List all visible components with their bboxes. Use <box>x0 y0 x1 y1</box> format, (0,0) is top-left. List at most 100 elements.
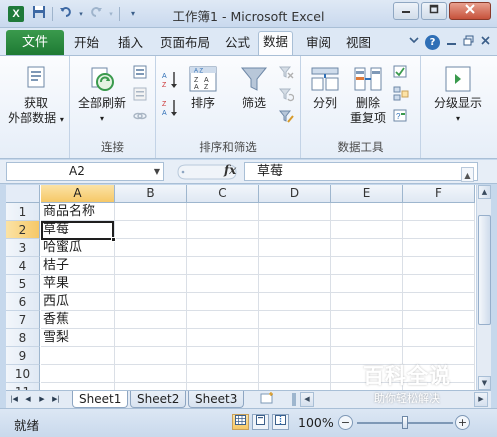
vertical-scroll-thumb[interactable] <box>478 215 491 325</box>
tab-view[interactable]: 视图 <box>342 33 375 55</box>
row-header-11[interactable]: 11 <box>6 383 40 390</box>
cell-b9[interactable] <box>115 347 187 365</box>
cell-f5[interactable] <box>403 275 475 293</box>
properties-icon[interactable] <box>132 86 148 102</box>
cell-e2[interactable] <box>331 221 403 239</box>
zoom-level[interactable]: 100% <box>298 415 334 430</box>
cell-e7[interactable] <box>331 311 403 329</box>
cell-d10[interactable] <box>259 365 331 383</box>
tab-split-handle[interactable] <box>292 393 296 406</box>
cell-a8[interactable]: 雪梨 <box>41 329 115 347</box>
cell-f4[interactable] <box>403 257 475 275</box>
row-header-7[interactable]: 7 <box>6 311 40 329</box>
cell-c10[interactable] <box>187 365 259 383</box>
edit-links-icon[interactable] <box>132 108 148 124</box>
workbook-minimize-icon[interactable] <box>446 35 457 50</box>
cell-b11[interactable] <box>115 383 187 390</box>
advanced-filter-icon[interactable] <box>278 108 294 124</box>
cell-d1[interactable] <box>259 203 331 221</box>
cell-c3[interactable] <box>187 239 259 257</box>
row-header-4[interactable]: 4 <box>6 257 40 275</box>
scroll-up-arrow-icon[interactable]: ▲ <box>478 185 491 199</box>
cell-b7[interactable] <box>115 311 187 329</box>
tab-page-layout[interactable]: 页面布局 <box>156 33 214 55</box>
zoom-out-button[interactable]: − <box>338 415 353 430</box>
cell-d6[interactable] <box>259 293 331 311</box>
cell-b6[interactable] <box>115 293 187 311</box>
cell-b3[interactable] <box>115 239 187 257</box>
formula-input[interactable]: 草莓 ▲ <box>244 162 478 182</box>
cell-d7[interactable] <box>259 311 331 329</box>
cell-d3[interactable] <box>259 239 331 257</box>
cell-e6[interactable] <box>331 293 403 311</box>
cell-a2[interactable]: 草莓 <box>41 221 115 239</box>
cell-b4[interactable] <box>115 257 187 275</box>
row-header-1[interactable]: 1 <box>6 203 40 221</box>
cell-b2[interactable] <box>115 221 187 239</box>
first-sheet-icon[interactable]: |◀ <box>8 393 20 406</box>
column-header-e[interactable]: E <box>331 185 403 203</box>
cell-a6[interactable]: 西瓜 <box>41 293 115 311</box>
cell-b8[interactable] <box>115 329 187 347</box>
column-header-a[interactable]: A <box>41 185 115 203</box>
cell-c5[interactable] <box>187 275 259 293</box>
expand-formula-bar-icon[interactable]: ▲ <box>461 167 474 182</box>
next-sheet-icon[interactable]: ▶ <box>36 393 48 406</box>
name-box-dropdown-icon[interactable]: ▼ <box>154 163 160 180</box>
text-to-columns-button[interactable]: 分列 <box>307 64 343 111</box>
page-break-view-icon[interactable] <box>272 414 289 430</box>
row-header-2[interactable]: 2 <box>6 221 40 239</box>
cell-d2[interactable] <box>259 221 331 239</box>
column-header-b[interactable]: B <box>115 185 187 203</box>
prev-sheet-icon[interactable]: ◀ <box>22 393 34 406</box>
minimize-ribbon-icon[interactable] <box>409 35 419 50</box>
reapply-icon[interactable] <box>278 86 295 102</box>
normal-view-icon[interactable] <box>232 414 249 430</box>
cell-a10[interactable] <box>41 365 115 383</box>
sheet-tab-sheet3[interactable]: Sheet3 <box>188 391 245 408</box>
cell-e8[interactable] <box>331 329 403 347</box>
column-header-c[interactable]: C <box>187 185 259 203</box>
clear-filter-icon[interactable] <box>278 64 294 80</box>
insert-sheet-icon[interactable] <box>258 392 276 407</box>
scroll-down-arrow-icon[interactable]: ▼ <box>478 376 491 390</box>
sort-button[interactable]: A Z ZAAZ 排序 <box>186 64 220 111</box>
zoom-slider-thumb[interactable] <box>402 416 408 429</box>
cell-e5[interactable] <box>331 275 403 293</box>
row-header-10[interactable]: 10 <box>6 365 40 383</box>
cell-d5[interactable] <box>259 275 331 293</box>
scroll-right-arrow-icon[interactable]: ▶ <box>474 392 488 407</box>
cell-a9[interactable] <box>41 347 115 365</box>
cell-b5[interactable] <box>115 275 187 293</box>
column-header-f[interactable]: F <box>403 185 475 203</box>
close-button[interactable] <box>449 2 491 20</box>
filter-button[interactable]: 筛选 <box>234 64 274 111</box>
help-icon[interactable]: ? <box>425 35 440 50</box>
workbook-restore-icon[interactable] <box>463 35 474 50</box>
data-validation-icon[interactable] <box>393 64 409 80</box>
cell-a4[interactable]: 桔子 <box>41 257 115 275</box>
cell-c9[interactable] <box>187 347 259 365</box>
cell-c11[interactable] <box>187 383 259 390</box>
cell-f8[interactable] <box>403 329 475 347</box>
cell-d11[interactable] <box>259 383 331 390</box>
select-all-corner[interactable] <box>6 185 40 203</box>
cell-a1[interactable]: 商品名称 <box>41 203 115 221</box>
cell-a7[interactable]: 香蕉 <box>41 311 115 329</box>
column-header-d[interactable]: D <box>259 185 331 203</box>
cell-d9[interactable] <box>259 347 331 365</box>
page-layout-view-icon[interactable] <box>252 414 269 430</box>
row-header-3[interactable]: 3 <box>6 239 40 257</box>
cell-b10[interactable] <box>115 365 187 383</box>
cell-f1[interactable] <box>403 203 475 221</box>
last-sheet-icon[interactable]: ▶| <box>50 393 62 406</box>
cell-d8[interactable] <box>259 329 331 347</box>
cell-e3[interactable] <box>331 239 403 257</box>
row-header-8[interactable]: 8 <box>6 329 40 347</box>
sheet-tab-sheet1[interactable]: Sheet1 <box>72 391 129 408</box>
cell-f2[interactable] <box>403 221 475 239</box>
zoom-in-button[interactable]: + <box>455 415 470 430</box>
outline-button[interactable]: 分级显示 ▾ <box>425 64 491 126</box>
cell-a11[interactable] <box>41 383 115 390</box>
tab-formulas[interactable]: 公式 <box>221 33 254 55</box>
